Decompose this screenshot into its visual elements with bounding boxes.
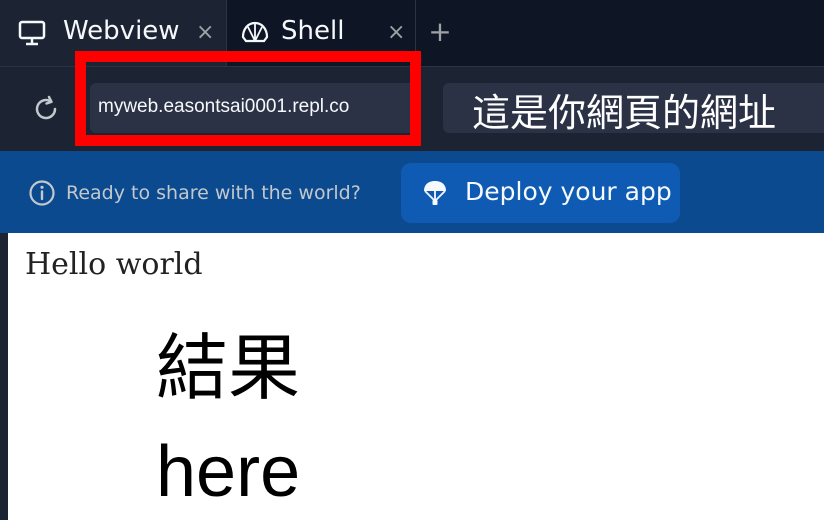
tab-shell-label: Shell <box>281 16 345 46</box>
result-annotation-line1: 結果 <box>156 326 301 410</box>
shell-icon <box>240 20 270 53</box>
new-tab-button[interactable]: + <box>428 16 452 48</box>
deploy-button-label: Deploy your app <box>465 177 672 206</box>
info-icon <box>28 179 56 207</box>
tab-shell-close-icon[interactable]: × <box>387 20 405 45</box>
parachute-icon <box>421 179 449 207</box>
monitor-icon <box>18 20 46 53</box>
hello-text: Hello world <box>25 247 203 282</box>
deploy-button[interactable]: Deploy your app <box>401 163 680 223</box>
tab-webview-label: Webview <box>63 16 180 46</box>
url-annotation-label: 這是你網頁的網址 <box>472 91 777 135</box>
result-annotation-line2: here <box>156 432 301 512</box>
webview-page: Hello world 結果 here <box>8 233 824 520</box>
deploy-banner: Ready to share with the world? Deploy yo… <box>0 151 824 233</box>
tab-webview-close-icon[interactable]: × <box>196 20 214 45</box>
reload-icon[interactable] <box>31 94 61 124</box>
banner-message: Ready to share with the world? <box>66 182 361 204</box>
url-highlight-box <box>75 51 421 146</box>
